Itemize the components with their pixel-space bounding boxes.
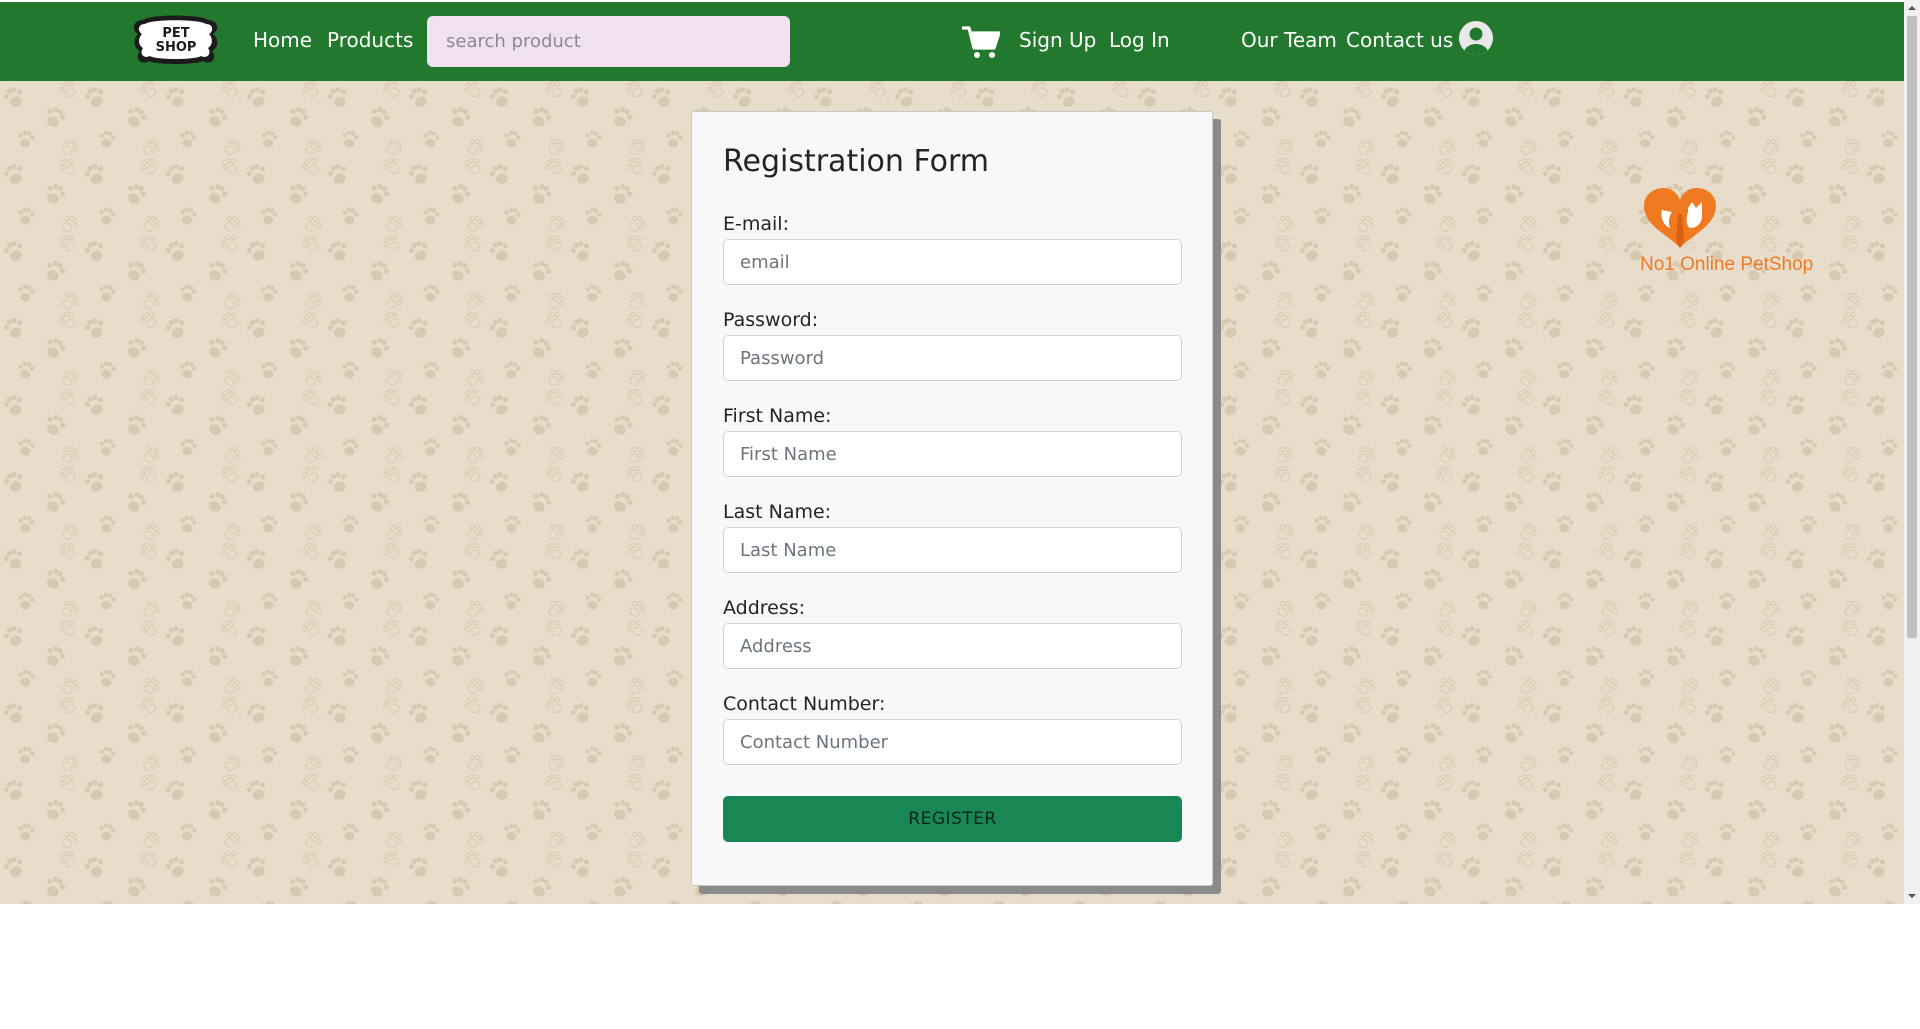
scrollbar-thumb[interactable] — [1907, 16, 1917, 638]
nav-home-link[interactable]: Home — [253, 28, 312, 52]
first-name-field[interactable] — [723, 431, 1182, 477]
nav-our-team-link[interactable]: Our Team — [1241, 28, 1337, 52]
contact-number-field[interactable] — [723, 719, 1182, 765]
scroll-up-arrow-icon[interactable] — [1908, 4, 1916, 12]
scroll-down-arrow-icon[interactable] — [1908, 892, 1916, 900]
email-label: E-mail: — [723, 213, 789, 235]
logo-text-shop: SHOP — [156, 40, 197, 55]
pet-shop-logo[interactable]: PET SHOP — [131, 14, 220, 67]
search-input[interactable] — [427, 16, 790, 67]
brand-tagline: No1 Online PetShop — [1640, 254, 1814, 275]
heart-pets-icon — [1644, 188, 1716, 248]
last-name-label: Last Name: — [723, 501, 832, 523]
nav-products-link[interactable]: Products — [327, 28, 413, 52]
nav-contact-link[interactable]: Contact us — [1346, 28, 1453, 52]
contact-number-label: Contact Number: — [723, 693, 886, 715]
logo-text-pet: PET — [162, 26, 189, 41]
nav-signup-link[interactable]: Sign Up — [1019, 28, 1096, 52]
form-title: Registration Form — [723, 144, 990, 179]
register-button[interactable]: REGISTER — [723, 796, 1182, 842]
registration-form-card: Registration Form E-mail: Password: Firs… — [691, 111, 1213, 886]
first-name-label: First Name: — [723, 405, 832, 427]
password-field[interactable] — [723, 335, 1182, 381]
password-label: Password: — [723, 309, 819, 331]
shopping-cart-icon[interactable] — [962, 25, 1000, 59]
user-avatar-icon[interactable] — [1458, 20, 1494, 56]
email-field[interactable] — [723, 239, 1182, 285]
address-field[interactable] — [723, 623, 1182, 669]
top-navbar: PET SHOP Home Products Sign Up Log In Ou… — [0, 2, 1904, 81]
nav-login-link[interactable]: Log In — [1109, 28, 1170, 52]
vertical-scrollbar[interactable] — [1904, 0, 1920, 904]
last-name-field[interactable] — [723, 527, 1182, 573]
address-label: Address: — [723, 597, 806, 619]
